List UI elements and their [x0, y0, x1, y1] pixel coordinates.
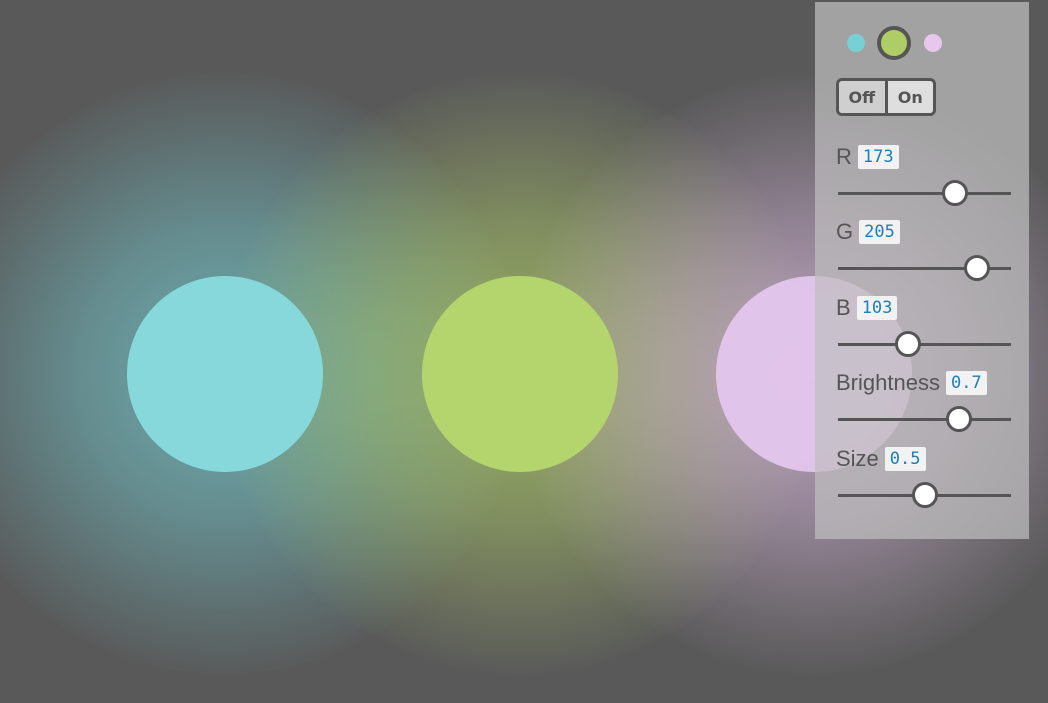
- brightness-control: Brightness 0.7: [836, 370, 1016, 440]
- r-slider-thumb[interactable]: [942, 180, 969, 206]
- r-slider-track[interactable]: [838, 192, 1011, 195]
- brightness-value: 0.7: [945, 371, 987, 395]
- size-slider-thumb[interactable]: [911, 482, 938, 508]
- size-control: Size 0.5: [836, 446, 1016, 516]
- b-value: 103: [856, 296, 898, 320]
- r-value: 173: [857, 145, 899, 169]
- brightness-label: Brightness: [836, 370, 940, 395]
- power-toggle: Off On: [836, 78, 936, 116]
- size-value: 0.5: [884, 447, 926, 471]
- g-value: 205: [859, 220, 900, 244]
- brightness-slider-track[interactable]: [838, 418, 1011, 421]
- cyan-light[interactable]: [127, 276, 323, 472]
- swatch-cyan[interactable]: [847, 34, 865, 52]
- light-selector: [846, 26, 986, 62]
- off-button[interactable]: Off: [839, 81, 888, 113]
- swatch-green-selected[interactable]: [877, 26, 911, 60]
- green-light[interactable]: [422, 276, 618, 472]
- b-label: B: [836, 295, 851, 320]
- swatch-pink[interactable]: [924, 34, 942, 52]
- brightness-slider-thumb[interactable]: [946, 406, 973, 432]
- g-slider-thumb[interactable]: [964, 255, 991, 281]
- control-panel: Off On R 173 G 205 B 103 Brightness 0.7: [815, 2, 1029, 539]
- size-label: Size: [836, 446, 879, 471]
- b-slider-thumb[interactable]: [894, 331, 921, 357]
- b-slider-track[interactable]: [838, 343, 1011, 346]
- on-button[interactable]: On: [887, 81, 933, 113]
- b-control: B 103: [836, 295, 1016, 365]
- g-label: G: [836, 219, 854, 244]
- r-control: R 173: [836, 144, 1016, 214]
- g-control: G 205: [836, 219, 1016, 289]
- r-label: R: [836, 144, 852, 169]
